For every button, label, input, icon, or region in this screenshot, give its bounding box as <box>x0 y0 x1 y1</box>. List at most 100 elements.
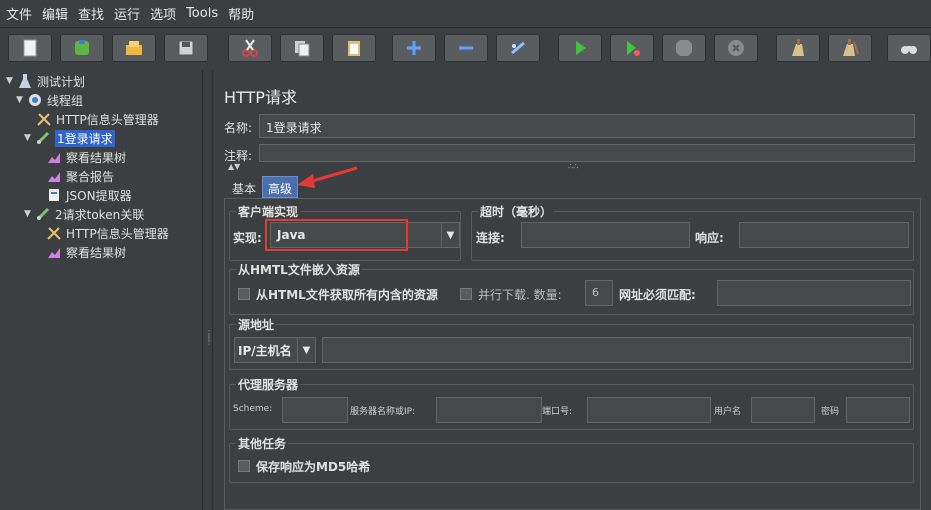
cut-icon <box>242 39 258 57</box>
save-md5-label: 保存响应为MD5哈希 <box>256 460 371 474</box>
new-button[interactable] <box>8 34 52 62</box>
expand-arrow-icon[interactable]: ▼ <box>24 209 35 219</box>
search-button[interactable] <box>887 34 931 62</box>
source-type-select[interactable]: IP/主机名 ▼ <box>234 337 316 363</box>
proxy-scheme-label: Scheme: <box>233 404 273 414</box>
proxy-scheme-field[interactable] <box>282 397 348 423</box>
save-icon <box>178 40 194 56</box>
expand-arrow-icon[interactable]: ▼ <box>16 95 27 105</box>
tree-item-login-request[interactable]: ▼ 1登录请求 <box>24 129 115 147</box>
source-address-title: 源地址 <box>236 316 277 333</box>
toolbar <box>0 28 931 68</box>
collapse-all-button[interactable] <box>444 34 488 62</box>
extractor-icon <box>46 187 62 203</box>
other-tasks-group: 其他任务 保存响应为MD5哈希 <box>229 435 914 483</box>
menu-search[interactable]: 查找 <box>78 4 104 23</box>
expand-arrow-icon[interactable]: ▼ <box>6 76 17 86</box>
proxy-port-label: 端口号: <box>542 407 573 417</box>
name-field[interactable]: 1登录请求 <box>259 114 915 138</box>
menu-options[interactable]: 选项 <box>150 4 176 23</box>
clear-icon <box>792 39 804 56</box>
paste-icon <box>348 41 360 56</box>
expand-all-button[interactable] <box>392 34 436 62</box>
tree-item-view-results-1[interactable]: 察看结果树 <box>46 148 126 166</box>
embedded-resources-title: 从HMTL文件嵌入资源 <box>236 261 362 278</box>
parallel-downloads-checkbox[interactable] <box>460 288 472 300</box>
annotation-arrow-icon <box>297 166 358 188</box>
name-label: 名称: <box>224 121 253 135</box>
chevron-down-icon[interactable]: ▼ <box>297 338 315 362</box>
open-button[interactable] <box>112 34 156 62</box>
expand-arrow-icon[interactable]: ▼ <box>24 133 35 143</box>
tools-icon <box>36 111 52 127</box>
sampler-icon <box>35 130 51 146</box>
search-binoculars-icon <box>901 46 917 54</box>
menu-help[interactable]: 帮助 <box>228 4 254 23</box>
menu-bar: 文件 编辑 查找 运行 选项 Tools 帮助 <box>0 0 931 28</box>
tab-bar: 基本 高级 <box>226 176 299 198</box>
tools-icon <box>46 225 62 241</box>
impl-label: 实现: <box>233 231 262 245</box>
tree-item-aggregate-report[interactable]: 聚合报告 <box>46 167 114 185</box>
response-timeout-field[interactable] <box>739 222 909 248</box>
tree-item-header-manager-2[interactable]: HTTP信息头管理器 <box>46 224 169 242</box>
chevron-down-icon[interactable]: ▼ <box>441 223 459 247</box>
collapse-arrows-icon[interactable]: ▲▼ <box>228 162 240 171</box>
copy-icon <box>295 41 310 57</box>
proxy-password-label: 密码 <box>821 407 840 417</box>
shutdown-button[interactable] <box>714 34 758 62</box>
http-request-panel: HTTP请求 名称: 1登录请求 注释: ▲▼ ∴∴ 基本 高级 客户端实现 实… <box>214 70 931 510</box>
tree-item-view-results-2[interactable]: 察看结果树 <box>46 243 126 261</box>
expand-icon <box>407 41 421 55</box>
shutdown-icon <box>728 40 744 56</box>
proxy-username-field[interactable] <box>751 397 815 423</box>
tree-item-thread-group[interactable]: ▼ 线程组 <box>16 91 83 109</box>
new-icon <box>23 39 37 57</box>
client-impl-title: 客户端实现 <box>236 203 301 220</box>
tree-item-token-request[interactable]: ▼ 2请求token关联 <box>24 205 144 223</box>
connect-timeout-field[interactable] <box>521 222 690 248</box>
retrieve-resources-checkbox[interactable] <box>238 288 250 300</box>
start-button[interactable] <box>558 34 602 62</box>
tab-advanced[interactable]: 高级 <box>262 176 299 198</box>
url-match-field[interactable] <box>717 280 911 306</box>
thread-group-icon <box>27 92 43 108</box>
proxy-server-field[interactable] <box>436 397 542 423</box>
clear-all-button[interactable] <box>828 34 872 62</box>
panel-splitter[interactable]: ⋮ ⋮ ⋮ <box>203 70 213 510</box>
proxy-password-field[interactable] <box>846 397 910 423</box>
cut-button[interactable] <box>228 34 272 62</box>
toggle-button[interactable] <box>496 34 540 62</box>
save-button[interactable] <box>164 34 208 62</box>
tree-item-json-extractor[interactable]: JSON提取器 <box>46 186 132 204</box>
templates-button[interactable] <box>60 34 104 62</box>
copy-button[interactable] <box>280 34 324 62</box>
source-address-field[interactable] <box>322 337 911 363</box>
stop-button[interactable] <box>662 34 706 62</box>
proxy-port-field[interactable] <box>587 397 711 423</box>
menu-run[interactable]: 运行 <box>114 4 140 23</box>
proxy-server-label: 服务器名称或IP: <box>350 407 416 417</box>
save-md5-checkbox[interactable] <box>238 460 250 472</box>
menu-file[interactable]: 文件 <box>6 4 32 23</box>
clear-all-icon <box>843 39 859 56</box>
tree-item-header-manager-1[interactable]: HTTP信息头管理器 <box>36 110 159 128</box>
menu-tools[interactable]: Tools <box>186 6 218 21</box>
source-address-group: 源地址 IP/主机名 ▼ <box>229 316 914 370</box>
clear-button[interactable] <box>776 34 820 62</box>
tree-item-test-plan[interactable]: ▼ 测试计划 <box>6 72 85 90</box>
start-no-pause-icon <box>627 41 640 56</box>
stop-icon <box>676 40 692 56</box>
paste-button[interactable] <box>332 34 376 62</box>
timeout-group: 超时（毫秒） 连接: 响应: <box>471 203 914 261</box>
start-no-pauses-button[interactable] <box>610 34 654 62</box>
proxy-server-group: 代理服务器 Scheme: 服务器名称或IP: 端口号: 用户名 密码 <box>229 376 914 430</box>
menu-edit[interactable]: 编辑 <box>42 4 68 23</box>
templates-icon <box>75 40 89 55</box>
parallel-count-field[interactable]: 6 <box>585 280 613 306</box>
tab-basic[interactable]: 基本 <box>226 176 262 198</box>
listener-icon <box>46 168 62 184</box>
other-tasks-title: 其他任务 <box>236 435 289 452</box>
splitter-grip-icon[interactable]: ⋮ ⋮ ⋮ <box>205 330 213 346</box>
divider-grip-icon[interactable]: ∴∴ <box>568 162 578 171</box>
